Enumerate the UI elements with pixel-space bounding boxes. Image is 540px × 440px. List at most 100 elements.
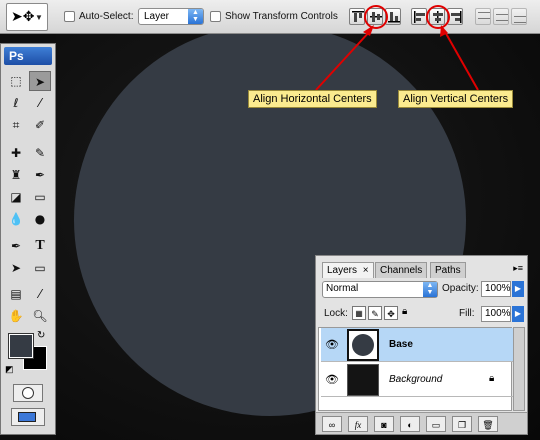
swap-colors-icon[interactable]: ↻ [37, 330, 45, 341]
quick-mask-button[interactable] [13, 384, 43, 402]
callout-align-horizontal-centers: Align Horizontal Centers [248, 90, 377, 108]
dodge-icon: ● [34, 212, 46, 226]
eraser-icon: ◪ [10, 190, 22, 204]
fill-value: 100% [485, 308, 511, 319]
brush-icon: ✎ [34, 146, 46, 160]
bandage-icon: ✚ [10, 146, 22, 160]
new-layer-icon[interactable]: ❐ [452, 416, 472, 432]
tab-channels[interactable]: Channels [375, 262, 428, 278]
ps-logo: Ps [4, 47, 52, 65]
gradient-tool[interactable]: ▭ [29, 187, 51, 207]
highlight-circle-horizontal [364, 5, 388, 29]
arrow-line-vertical [443, 29, 479, 91]
layer-name: Background [389, 374, 443, 385]
shape-tool[interactable]: ▭ [29, 258, 51, 278]
tab-layers-label: Layers [327, 265, 358, 276]
fill-slider-arrow[interactable]: ▶ [512, 306, 524, 322]
tab-paths-label: Paths [435, 265, 461, 276]
clone-stamp-tool[interactable]: ♜ [5, 165, 27, 185]
pen-icon: ✒ [10, 239, 22, 253]
tab-layers[interactable]: Layers × [322, 262, 374, 278]
arrow-head-horizontal [363, 25, 374, 36]
eyedropper-icon: ⁄ [38, 287, 41, 301]
zoom-tool[interactable]: 🔍︎ [29, 306, 51, 326]
screen-mode-icon [18, 412, 36, 422]
layer-thumbnail [347, 329, 379, 361]
lock-all-icon[interactable]: 🔒︎ [402, 306, 407, 317]
rectangle-icon: ▭ [34, 261, 46, 275]
magic-wand-icon: ⁄ [38, 96, 41, 110]
brush-tool[interactable]: ✎ [29, 143, 51, 163]
circle-thumb-shape [352, 334, 374, 356]
fill-label: Fill: [459, 308, 475, 319]
tab-channels-label: Channels [380, 265, 423, 276]
crop-tool[interactable]: ⌗ [5, 115, 27, 135]
pen-tool[interactable]: ✒ [5, 236, 27, 256]
magic-wand-tool[interactable]: ⁄ [29, 93, 51, 113]
arrow-icon: ➤ [10, 261, 22, 275]
hand-tool[interactable]: ✋ [5, 306, 27, 326]
layers-bottom-bar: ∞ fx ◙ ◐ ▭ ❐ 🗑︎ [316, 412, 527, 434]
screen-mode-button[interactable] [11, 408, 45, 426]
layer-name: Base [389, 339, 413, 350]
eye-icon[interactable]: 👁︎ [323, 371, 341, 389]
eye-icon[interactable]: 👁︎ [323, 336, 341, 354]
notes-tool[interactable]: ▤ [5, 284, 27, 304]
path-selection-tool[interactable]: ➤ [5, 258, 27, 278]
layers-list: 👁︎ Base 👁︎ Background 🔒︎ [318, 327, 513, 411]
foreground-color-swatch[interactable] [8, 333, 34, 359]
move-tool[interactable]: ➤ [29, 71, 51, 91]
link-layers-icon[interactable]: ∞ [322, 416, 342, 432]
layer-row-background[interactable]: 👁︎ Background 🔒︎ [321, 363, 513, 397]
fill-input[interactable]: 100% [481, 306, 511, 322]
tab-paths[interactable]: Paths [430, 262, 466, 278]
callout-align-vertical-centers: Align Vertical Centers [398, 90, 514, 108]
move-icon: ➤ [34, 75, 46, 89]
opacity-slider-arrow[interactable]: ▶ [512, 281, 524, 297]
eraser-tool[interactable]: ◪ [5, 187, 27, 207]
opacity-value: 100% [485, 283, 511, 294]
eyedropper-tool[interactable]: ⁄ [29, 284, 51, 304]
lock-pixels-icon[interactable]: ✎ [368, 306, 382, 320]
opacity-label: Opacity: [442, 283, 479, 294]
dropdown-arrows-icon: ▲ ▼ [423, 282, 437, 297]
adjustment-layer-icon[interactable]: ◐ [400, 416, 420, 432]
magnifier-icon: 🔍︎ [32, 309, 48, 323]
highlight-circle-vertical [426, 5, 450, 29]
layers-panel: Layers × Channels Paths ▸≡ Normal ▲ ▼ Opa… [315, 255, 528, 435]
tools-panel: Ps ⬚ ➤ ℓ ⁄ ⌗ ✐ ✚ ✎ ♜ ✒ ◪ ▭ 💧 ● ✒ T ➤ ▭ ▤… [0, 43, 56, 435]
layer-row-base[interactable]: 👁︎ Base [321, 328, 513, 362]
new-group-icon[interactable]: ▭ [426, 416, 446, 432]
dodge-tool[interactable]: ● [29, 209, 51, 229]
healing-brush-tool[interactable]: ✚ [5, 143, 27, 163]
delete-layer-icon[interactable]: 🗑︎ [478, 416, 498, 432]
default-colors-icon[interactable]: ◩ [5, 364, 14, 375]
layers-scrollbar[interactable] [513, 327, 525, 411]
blend-mode-dropdown[interactable]: Normal ▲ ▼ [322, 281, 438, 298]
lock-transparency-icon[interactable]: ▦ [352, 306, 366, 320]
history-brush-tool[interactable]: ✒ [29, 165, 51, 185]
history-brush-icon: ✒ [34, 168, 46, 182]
slice-icon: ✐ [34, 118, 46, 132]
opacity-input[interactable]: 100% [481, 281, 511, 297]
crop-icon: ⌗ [12, 118, 20, 132]
eyedropper-slice-tool[interactable]: ✐ [29, 115, 51, 135]
lasso-tool[interactable]: ℓ [5, 93, 27, 113]
drop-icon: 💧 [8, 212, 24, 226]
lock-icon: 🔒︎ [489, 373, 495, 384]
type-icon: T [35, 238, 45, 253]
quick-mask-icon [22, 387, 34, 399]
blur-tool[interactable]: 💧 [5, 209, 27, 229]
lock-position-icon[interactable]: ✥ [384, 306, 398, 320]
hand-icon: ✋ [8, 309, 24, 323]
type-tool[interactable]: T [29, 236, 51, 256]
notes-icon: ▤ [10, 287, 22, 301]
tab-close-icon[interactable]: × [363, 265, 369, 276]
stamp-icon: ♜ [10, 168, 22, 182]
gradient-icon: ▭ [34, 190, 46, 204]
panel-menu-icon[interactable]: ▸≡ [513, 263, 523, 274]
lasso-icon: ℓ [13, 96, 19, 110]
layer-style-icon[interactable]: fx [348, 416, 368, 432]
marquee-tool[interactable]: ⬚ [5, 71, 27, 91]
add-mask-icon[interactable]: ◙ [374, 416, 394, 432]
